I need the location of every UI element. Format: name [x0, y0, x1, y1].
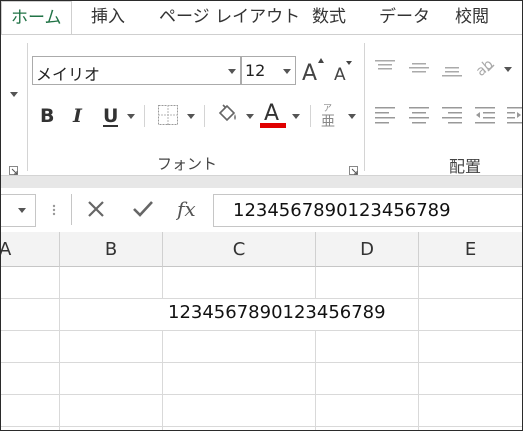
ribbon-tabs: ホーム 挿入 ページ レイアウト 数式 データ 校閲	[1, 1, 522, 35]
column-header-e[interactable]: E	[419, 232, 522, 267]
borders-icon[interactable]	[157, 104, 179, 126]
increase-indent-icon[interactable]	[506, 105, 522, 127]
orientation-dropdown-icon[interactable]	[504, 67, 512, 72]
formula-value: 1234567890123456789	[233, 200, 451, 221]
ribbon: メイリオ 12 A A B I U A ア 亜 フォント ab 配置	[1, 34, 522, 176]
cancel-icon[interactable]	[86, 198, 106, 220]
svg-text:I: I	[72, 105, 83, 127]
top-align-icon[interactable]	[374, 58, 396, 78]
svg-text:ab: ab	[473, 56, 497, 79]
underline-dropdown-icon[interactable]	[127, 114, 135, 119]
clipboard-dialog-launcher-icon[interactable]	[9, 161, 19, 175]
worksheet-grid: A B C D E 1234567890123456789	[1, 232, 522, 430]
increase-font-size-icon[interactable]: A	[301, 55, 325, 86]
ribbon-bottom-bar	[1, 176, 522, 188]
tab-home[interactable]: ホーム	[1, 1, 72, 35]
svg-text:亜: 亜	[321, 114, 335, 129]
row-line	[1, 330, 522, 331]
separator	[204, 105, 205, 127]
column-header-d[interactable]: D	[316, 232, 419, 267]
font-dialog-launcher-icon[interactable]	[349, 161, 359, 175]
column-line	[59, 267, 60, 430]
decrease-indent-icon[interactable]	[474, 105, 496, 127]
tab-review[interactable]: 校閲	[455, 1, 489, 34]
svg-text:A: A	[334, 65, 346, 83]
column-line	[315, 267, 316, 298]
group-separator	[27, 43, 28, 171]
chevron-down-icon	[18, 208, 26, 213]
font-group-label: フォント	[157, 155, 218, 173]
align-center-icon[interactable]	[408, 105, 430, 127]
chevron-down-icon	[228, 69, 236, 74]
column-line	[315, 330, 316, 430]
font-size-dropdown[interactable]: 12	[241, 56, 296, 85]
fill-color-dropdown-icon[interactable]	[246, 114, 254, 119]
underline-icon[interactable]: U	[102, 103, 120, 129]
row-line	[1, 394, 522, 395]
fill-color-icon[interactable]	[215, 101, 241, 127]
separator	[144, 105, 145, 127]
separator	[71, 194, 72, 225]
column-header-c[interactable]: C	[163, 232, 316, 267]
alignment-group-label: 配置	[449, 157, 482, 176]
column-line	[162, 330, 163, 430]
column-line	[418, 267, 419, 430]
fx-label: fx	[176, 197, 196, 221]
column-header-b[interactable]: B	[60, 232, 163, 267]
align-left-icon[interactable]	[374, 105, 396, 127]
drag-handle-icon[interactable]	[51, 199, 57, 219]
borders-dropdown-icon[interactable]	[187, 114, 195, 119]
insert-function-icon[interactable]: fx	[175, 195, 202, 223]
excel-window: ホーム 挿入 ページ レイアウト 数式 データ 校閲 メイリオ 12 A A B	[0, 0, 523, 431]
svg-text:B: B	[40, 105, 54, 127]
tab-data[interactable]: データ	[379, 1, 430, 34]
row-line	[1, 426, 522, 427]
phonetic-dropdown-icon[interactable]	[348, 114, 356, 119]
tab-insert[interactable]: 挿入	[91, 1, 125, 34]
middle-align-icon[interactable]	[408, 58, 430, 78]
font-name-dropdown[interactable]: メイリオ	[32, 56, 241, 85]
align-right-icon[interactable]	[441, 105, 463, 127]
bold-icon[interactable]: B	[39, 103, 57, 127]
svg-text:A: A	[302, 61, 317, 83]
column-line	[162, 267, 163, 298]
tab-formulas[interactable]: 数式	[312, 1, 346, 34]
formula-bar: fx 1234567890123456789	[1, 188, 522, 232]
svg-text:ア: ア	[323, 104, 332, 114]
orientation-icon[interactable]: ab	[473, 55, 497, 80]
name-box[interactable]	[1, 194, 36, 227]
svg-text:U: U	[103, 105, 118, 127]
font-size-value: 12	[245, 61, 266, 80]
group-separator	[364, 43, 365, 171]
tab-page-layout[interactable]: ページ レイアウト	[159, 1, 300, 34]
svg-text:A: A	[264, 101, 279, 126]
bottom-align-icon[interactable]	[441, 58, 463, 78]
font-name-value: メイリオ	[36, 65, 101, 84]
row-line	[1, 298, 522, 299]
clipboard-dropdown-icon[interactable]	[10, 92, 18, 97]
cell-c2[interactable]: 1234567890123456789	[168, 302, 386, 323]
column-header-a[interactable]: A	[1, 232, 60, 267]
separator	[310, 105, 311, 127]
chevron-down-icon	[283, 69, 291, 74]
enter-check-icon[interactable]	[131, 198, 155, 220]
font-color-icon[interactable]: A	[260, 98, 288, 130]
italic-icon[interactable]: I	[72, 103, 86, 127]
formula-input[interactable]: 1234567890123456789	[213, 194, 522, 227]
row-line	[1, 362, 522, 363]
font-color-dropdown-icon[interactable]	[292, 114, 300, 119]
decrease-font-size-icon[interactable]: A	[333, 59, 355, 85]
phonetic-guide-icon[interactable]: ア亜	[320, 101, 340, 130]
